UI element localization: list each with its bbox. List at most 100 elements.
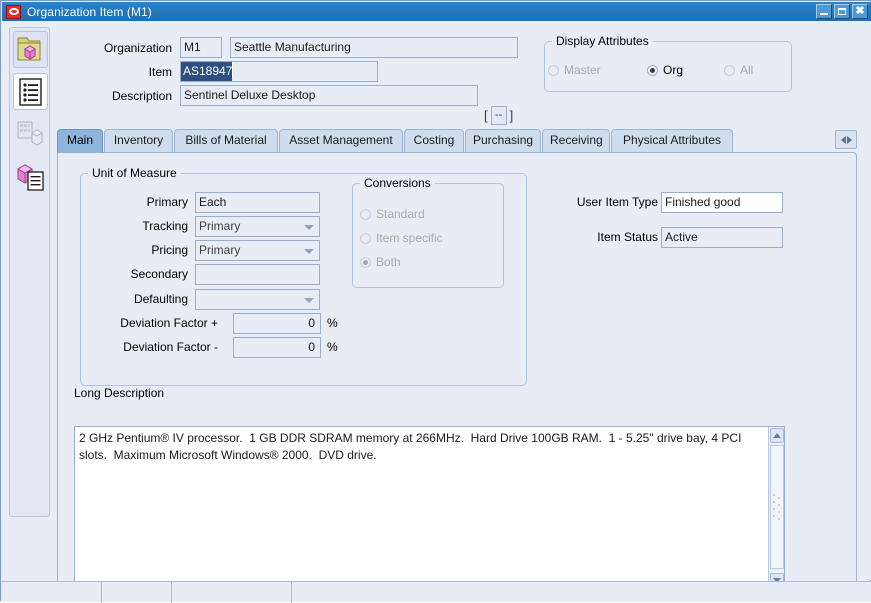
radio-standard-indicator xyxy=(360,208,371,220)
uom-primary-field[interactable]: Each xyxy=(195,192,320,213)
window-title: Organization Item (M1) xyxy=(27,4,152,19)
deviation-minus-label: Deviation Factor - xyxy=(123,340,218,354)
sidebar-item-document-list[interactable] xyxy=(13,73,48,110)
unit-of-measure-title: Unit of Measure xyxy=(88,166,181,180)
uom-tracking-value: Primary xyxy=(199,219,241,233)
conversions-title: Conversions xyxy=(360,176,435,190)
navigator-toolbar xyxy=(9,27,50,517)
uom-pricing-poplist[interactable]: Primary xyxy=(195,240,320,261)
status-divider xyxy=(291,582,292,603)
scrollbar-grip-icon xyxy=(773,494,781,520)
application-window: Organization Item (M1) ✖ Organization M1… xyxy=(0,0,871,603)
tab-scroll-button[interactable] xyxy=(835,130,857,149)
user-item-type-label: User Item Type xyxy=(576,195,658,209)
radio-standard[interactable]: Standard xyxy=(360,207,425,221)
radio-org[interactable]: Org xyxy=(647,63,683,77)
flex-bracket-open: [ xyxy=(484,108,488,123)
radio-master[interactable]: Master xyxy=(548,63,601,77)
flexfield-button[interactable]: -- xyxy=(490,106,507,125)
tab-inventory[interactable]: Inventory xyxy=(104,129,173,152)
window-title-bar: Organization Item (M1) ✖ xyxy=(2,2,871,21)
radio-all[interactable]: All xyxy=(724,63,753,77)
radio-both-label: Both xyxy=(376,255,401,269)
descriptive-flexfield: [ -- ] xyxy=(484,105,513,126)
uom-secondary-field[interactable] xyxy=(195,264,320,285)
radio-master-indicator xyxy=(548,64,559,76)
long-description-textarea[interactable]: 2 GHz Pentium® IV processor. 1 GB DDR SD… xyxy=(74,426,785,590)
minimize-button[interactable] xyxy=(816,4,832,19)
window-controls: ✖ xyxy=(816,4,868,19)
radio-both[interactable]: Both xyxy=(360,255,401,269)
uom-defaulting-label: Defaulting xyxy=(133,292,188,306)
uom-defaulting-poplist[interactable] xyxy=(195,289,320,310)
chevron-down-icon xyxy=(304,224,314,230)
maximize-button[interactable] xyxy=(834,4,850,19)
description-field[interactable]: Sentinel Deluxe Desktop xyxy=(180,85,478,106)
sidebar-item-building-cube[interactable] xyxy=(13,115,48,152)
building-cube-icon xyxy=(17,121,43,146)
flex-bracket-close: ] xyxy=(509,108,514,123)
form-canvas: Organization M1 Seattle Manufacturing It… xyxy=(2,21,871,595)
radio-item-specific-label: Item specific xyxy=(376,231,443,245)
chevron-right-icon xyxy=(846,135,852,144)
document-list-icon xyxy=(19,78,42,106)
tab-main[interactable]: Main xyxy=(57,129,103,153)
status-bar xyxy=(1,581,871,603)
organization-code-field[interactable]: M1 xyxy=(180,37,222,58)
oracle-logo-icon xyxy=(6,4,21,19)
chevron-down-icon xyxy=(304,248,314,254)
radio-all-label: All xyxy=(740,63,754,77)
organization-name-field[interactable]: Seattle Manufacturing xyxy=(230,37,518,58)
chevron-down-icon xyxy=(304,297,314,303)
tab-bar: Main Inventory Bills of Material Asset M… xyxy=(57,129,857,153)
long-description-text: 2 GHz Pentium® IV processor. 1 GB DDR SD… xyxy=(79,431,745,462)
item-field[interactable]: AS18947 xyxy=(180,61,378,82)
deviation-plus-field[interactable]: 0 xyxy=(233,313,321,334)
item-field-selected-text: AS18947 xyxy=(181,62,233,81)
long-description-scrollbar[interactable] xyxy=(768,427,784,589)
cube-list-icon xyxy=(16,164,44,191)
item-status-label: Item Status xyxy=(597,230,658,244)
radio-org-indicator xyxy=(647,64,658,76)
uom-tracking-label: Tracking xyxy=(142,219,188,233)
tab-asset-management[interactable]: Asset Management xyxy=(279,129,403,152)
radio-all-indicator xyxy=(724,64,735,76)
display-attributes-title: Display Attributes xyxy=(552,34,653,48)
close-button[interactable]: ✖ xyxy=(852,4,868,19)
long-description-label: Long Description xyxy=(74,386,165,400)
sidebar-item-folder-cube[interactable] xyxy=(13,31,48,68)
deviation-minus-field[interactable]: 0 xyxy=(233,337,321,358)
tab-costing[interactable]: Costing xyxy=(404,129,464,152)
description-label: Description xyxy=(111,89,172,103)
status-divider xyxy=(171,582,172,603)
radio-item-specific[interactable]: Item specific xyxy=(360,231,443,245)
uom-tracking-poplist[interactable]: Primary xyxy=(195,216,320,237)
deviation-plus-unit: % xyxy=(327,316,338,330)
radio-master-label: Master xyxy=(564,63,601,77)
text-caret xyxy=(232,63,234,77)
radio-org-label: Org xyxy=(663,63,684,77)
tab-receiving[interactable]: Receiving xyxy=(542,129,610,152)
triangle-up-icon xyxy=(773,433,781,438)
radio-both-indicator xyxy=(360,256,371,268)
tab-bills-of-material[interactable]: Bills of Material xyxy=(174,129,278,152)
radio-standard-label: Standard xyxy=(376,207,425,221)
radio-item-specific-indicator xyxy=(360,232,371,244)
deviation-minus-unit: % xyxy=(327,340,338,354)
folder-cube-icon xyxy=(17,37,41,61)
item-status-field[interactable]: Active xyxy=(661,227,783,248)
uom-pricing-value: Primary xyxy=(199,243,241,257)
uom-primary-label: Primary xyxy=(146,195,188,209)
status-divider xyxy=(101,582,102,603)
uom-secondary-label: Secondary xyxy=(130,267,188,281)
tab-physical-attributes[interactable]: Physical Attributes xyxy=(611,129,733,152)
organization-label: Organization xyxy=(103,41,172,55)
tab-purchasing[interactable]: Purchasing xyxy=(465,129,541,152)
sidebar-item-cube-list[interactable] xyxy=(13,157,48,194)
uom-pricing-label: Pricing xyxy=(151,243,188,257)
user-item-type-field[interactable]: Finished good xyxy=(661,192,783,213)
chevron-left-icon xyxy=(840,135,846,144)
scroll-up-button[interactable] xyxy=(770,428,784,443)
deviation-plus-label: Deviation Factor + xyxy=(120,316,218,330)
scrollbar-thumb[interactable] xyxy=(770,445,784,569)
